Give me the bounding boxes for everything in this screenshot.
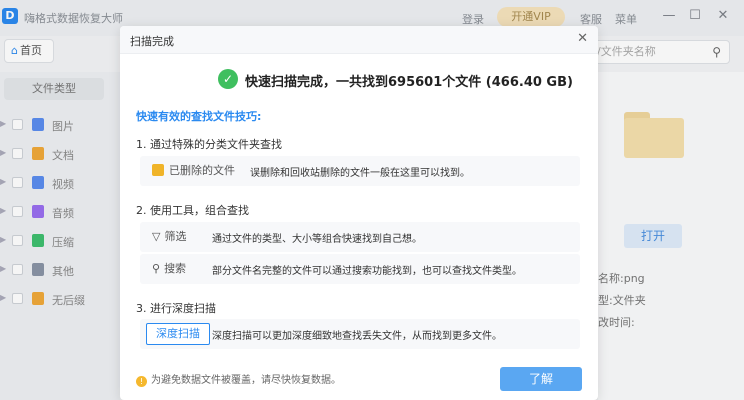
tip-row-search: ⚲ 搜索 部分文件名完整的文件可以通过搜索功能找到，也可以查找文件类型。 — [140, 254, 580, 284]
warning-note: ! 为避免数据文件被覆盖，请尽快恢复数据。 — [136, 371, 341, 387]
section-title-1: 1. 通过特殊的分类文件夹查找 — [136, 138, 282, 151]
deleted-files-label: 已删除的文件 — [169, 164, 235, 177]
section-title-2: 2. 使用工具，组合查找 — [136, 204, 249, 217]
tips-title: 快速有效的查找文件技巧: — [136, 110, 262, 123]
search-label: 搜索 — [164, 262, 187, 275]
close-icon[interactable]: ✕ — [577, 31, 588, 46]
deleted-files-desc: 误删除和回收站删除的文件一般在这里可以找到。 — [250, 168, 470, 179]
warning-icon: ! — [136, 376, 147, 387]
scan-result-text: 快速扫描完成，一共找到695601个文件 (466.40 GB) — [245, 75, 573, 90]
understand-button[interactable]: 了解 — [500, 367, 582, 391]
warning-text: 为避免数据文件被覆盖，请尽快恢复数据。 — [151, 375, 341, 386]
section-title-3: 3. 进行深度扫描 — [136, 302, 216, 315]
tip-row-deleted: 已删除的文件 误删除和回收站删除的文件一般在这里可以找到。 — [140, 156, 580, 186]
tip-row-filter: ▽ 筛选 通过文件的类型、大小等组合快速找到自己想。 — [140, 222, 580, 252]
lock-icon — [152, 164, 164, 176]
deep-scan-button[interactable]: 深度扫描 — [146, 323, 210, 345]
filter-icon: ▽ — [152, 230, 161, 243]
filter-desc: 通过文件的类型、大小等组合快速找到自己想。 — [212, 234, 422, 245]
dialog-header: 扫描完成 ✕ — [120, 26, 598, 54]
magnifier-icon: ⚲ — [152, 262, 161, 275]
scan-complete-dialog: 扫描完成 ✕ ✓ 快速扫描完成，一共找到695601个文件 (466.40 GB… — [120, 26, 598, 400]
deleted-files-button[interactable]: 已删除的文件 — [146, 160, 241, 182]
dialog-title: 扫描完成 — [130, 35, 174, 48]
filter-button[interactable]: ▽ 筛选 — [146, 226, 192, 248]
search-button[interactable]: ⚲ 搜索 — [146, 258, 192, 280]
search-desc: 部分文件名完整的文件可以通过搜索功能找到，也可以查找文件类型。 — [212, 266, 522, 277]
tip-row-deep-scan: 深度扫描 深度扫描可以更加深度细致地查找丢失文件，从而找到更多文件。 — [140, 319, 580, 349]
filter-label: 筛选 — [164, 230, 187, 243]
check-icon: ✓ — [218, 69, 238, 89]
deep-scan-desc: 深度扫描可以更加深度细致地查找丢失文件，从而找到更多文件。 — [212, 331, 502, 342]
